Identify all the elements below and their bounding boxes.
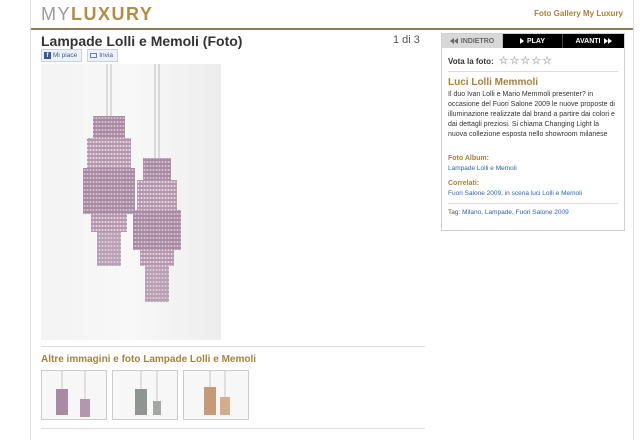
star-icon[interactable]: ☆ bbox=[542, 56, 552, 67]
page-title: Lampade Lolli e Memoli (Foto) bbox=[41, 33, 243, 49]
facebook-like-button[interactable]: f Mi piace bbox=[41, 49, 83, 62]
thumbnail-1[interactable] bbox=[41, 370, 107, 420]
social-buttons: f Mi piace Invia bbox=[41, 49, 118, 62]
thumbnail-3[interactable] bbox=[183, 370, 249, 420]
photo-info-panel: INDIETRO PLAY AVANTI Vota la foto: ☆ ☆ ☆… bbox=[441, 33, 625, 231]
rating-row: Vota la foto: ☆ ☆ ☆ ☆ ☆ bbox=[448, 56, 552, 67]
site-logo[interactable]: MYLUXURY bbox=[41, 4, 153, 25]
divider bbox=[41, 346, 425, 347]
page-frame: MYLUXURY Foto Gallery My Luxury Lampade … bbox=[30, 0, 634, 440]
send-label: Invia bbox=[99, 52, 113, 59]
site-header: MYLUXURY Foto Gallery My Luxury bbox=[31, 0, 633, 30]
lamp-illustration bbox=[83, 64, 181, 302]
sidebar-divider bbox=[448, 203, 618, 204]
album-link[interactable]: Lampade Lolli e Memoli bbox=[448, 165, 517, 172]
envelope-icon bbox=[90, 53, 98, 58]
more-photos-title: Altre immagini e foto Lampade Lolli e Me… bbox=[41, 354, 257, 365]
like-label: Mi piace bbox=[53, 52, 78, 59]
gallery-link[interactable]: Foto Gallery My Luxury bbox=[534, 9, 623, 18]
tags-row: Tag: Milano, Lampade, Fuori Salone 2009 bbox=[448, 209, 569, 216]
rate-label: Vota la foto: bbox=[448, 57, 494, 66]
thumbnail-2[interactable] bbox=[112, 370, 178, 420]
star-icon[interactable]: ☆ bbox=[499, 56, 509, 67]
bottom-divider bbox=[41, 428, 425, 429]
photo-title: Luci Lolli Memmoli bbox=[448, 77, 539, 88]
facebook-icon: f bbox=[44, 52, 51, 59]
prev-button[interactable]: INDIETRO bbox=[442, 34, 503, 48]
related-link[interactable]: Fuori Salone 2009, in scena luci Lolli e… bbox=[448, 190, 582, 197]
play-button[interactable]: PLAY bbox=[503, 34, 563, 48]
star-icon[interactable]: ☆ bbox=[510, 56, 520, 67]
tag-link[interactable]: Lampade bbox=[485, 209, 512, 216]
photo-description: Il duo Ivan Lolli e Mario Memmoli presen… bbox=[448, 91, 615, 138]
rating-stars: ☆ ☆ ☆ ☆ ☆ bbox=[499, 56, 552, 67]
album-label: Foto Album: bbox=[448, 155, 489, 162]
main-photo[interactable] bbox=[41, 64, 221, 340]
related-label: Correlati: bbox=[448, 180, 480, 187]
photo-counter: 1 di 3 bbox=[393, 34, 420, 46]
play-icon bbox=[519, 38, 524, 44]
star-icon[interactable]: ☆ bbox=[531, 56, 541, 67]
next-button[interactable]: AVANTI bbox=[563, 34, 624, 48]
tags-label: Tag: bbox=[448, 209, 461, 216]
forward-arrow-icon bbox=[607, 38, 612, 44]
tag-link[interactable]: Milano bbox=[462, 209, 481, 216]
tag-link[interactable]: Fuori Salone 2009 bbox=[516, 209, 569, 216]
photo-navigation: INDIETRO PLAY AVANTI bbox=[442, 34, 624, 48]
back-arrow-icon bbox=[453, 38, 458, 44]
star-icon[interactable]: ☆ bbox=[520, 56, 530, 67]
send-button[interactable]: Invia bbox=[87, 49, 118, 62]
sidebar-divider bbox=[448, 71, 618, 72]
